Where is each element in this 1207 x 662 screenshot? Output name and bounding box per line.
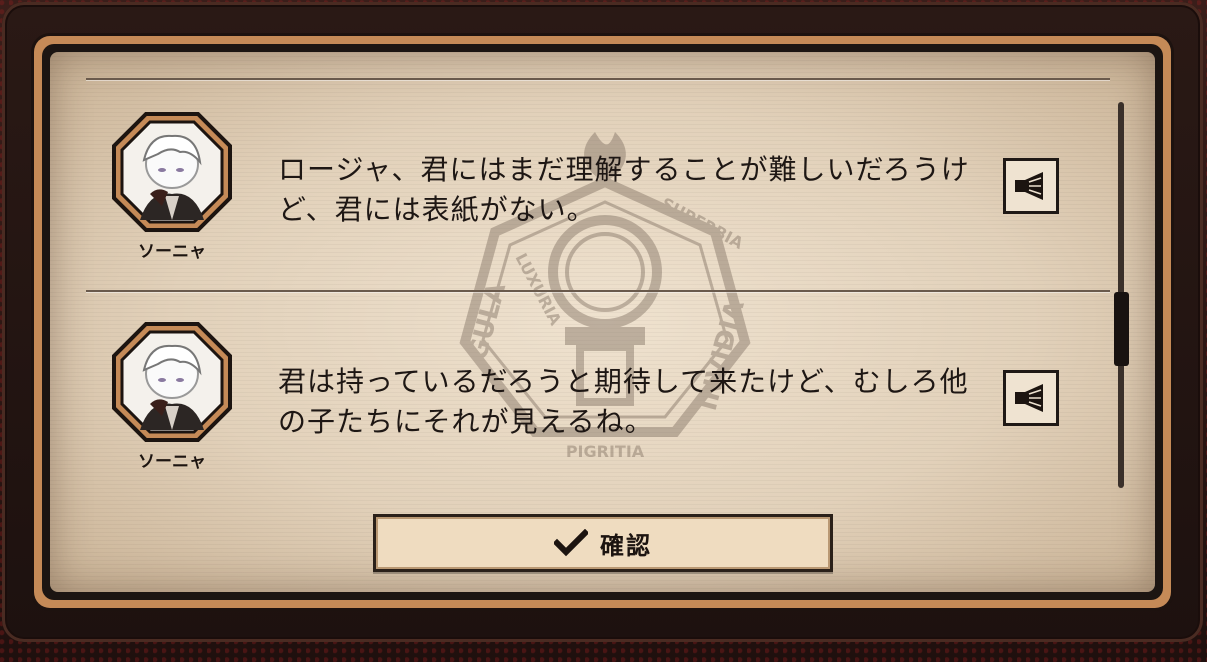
dialogue-entry: ソーニャ ロージャ、君にはまだ理解することが難しいだろうけど、君には表紙がない。 [50, 82, 1110, 282]
play-voice-button[interactable] [1003, 370, 1059, 426]
speaker-name: ソーニャ [138, 452, 206, 472]
checkmark-icon [554, 529, 588, 557]
scrollbar-thumb[interactable] [1114, 292, 1129, 366]
dialogue-text: ロージャ、君にはまだ理解することが難しいだろうけど、君には表紙がない。 [278, 153, 970, 226]
speaker-icon [1015, 172, 1043, 200]
dialogue-text: 君は持っているだろうと期待して来たけど、むしろ他の子たちにそれが見えるね。 [278, 365, 969, 438]
speaker-name: ソーニャ [138, 242, 206, 262]
confirm-label: 確認 [600, 531, 652, 560]
dialogue-entry: ソーニャ 君は持っているだろうと期待して来たけど、むしろ他の子たちにそれが見える… [50, 292, 1110, 492]
avatar [112, 112, 232, 232]
play-voice-button[interactable] [1003, 158, 1059, 214]
avatar [112, 322, 232, 442]
dialogue-log-panel: PIGRITIA GULA INVIDIA LUXURIA SUPERBIA ソ… [50, 52, 1155, 592]
divider-top [86, 78, 1110, 80]
confirm-button[interactable]: 確認 [373, 514, 833, 572]
speaker-icon [1015, 384, 1043, 412]
